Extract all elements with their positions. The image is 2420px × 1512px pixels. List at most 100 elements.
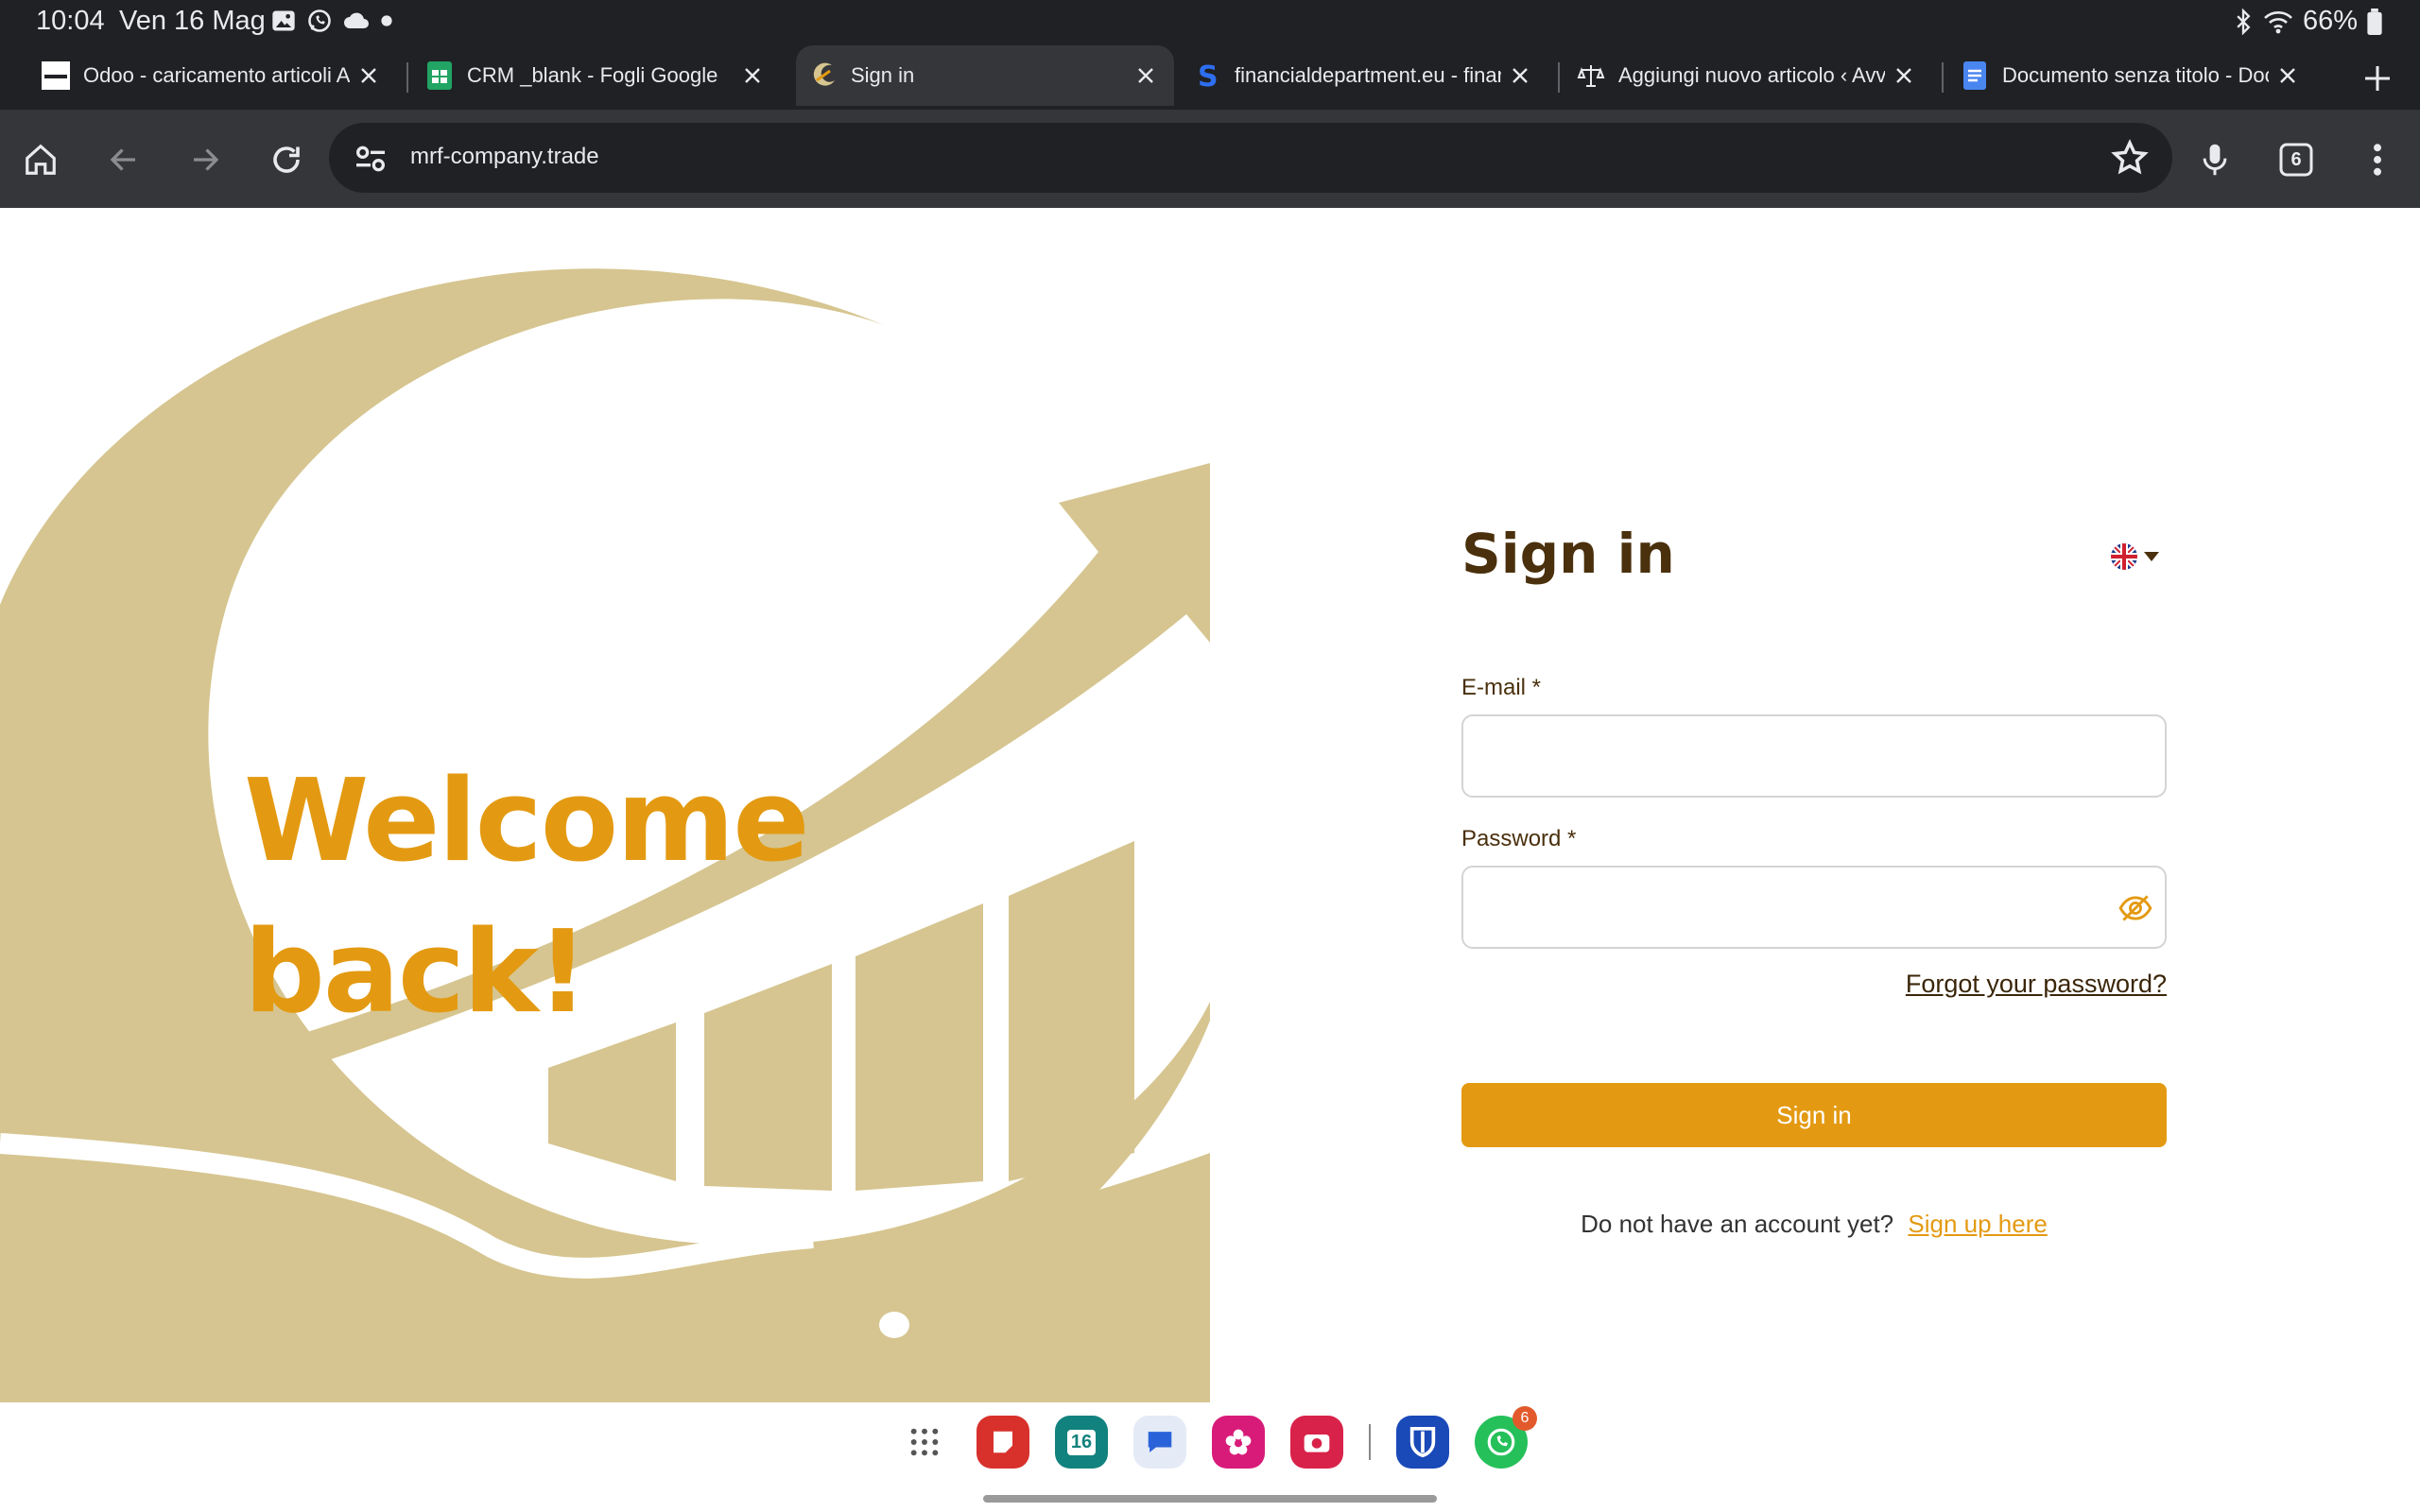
web-page: Welcome back! Sign in E-mail * Password … [0, 208, 2420, 1402]
status-date: Ven 16 Mag [119, 6, 266, 36]
tab-odoo[interactable]: Odoo - caricamento articoli Avv [28, 45, 397, 106]
site-settings-icon[interactable] [352, 140, 389, 178]
caret-down-icon [2144, 552, 2159, 561]
status-time: 10:04 [36, 6, 105, 36]
arrow-left-icon [110, 148, 135, 171]
close-icon[interactable] [1127, 57, 1165, 94]
password-field[interactable] [1461, 866, 2167, 949]
voice-search-button[interactable] [2187, 132, 2242, 187]
s-icon: S [1198, 61, 1219, 90]
whatsapp-app-icon[interactable]: 6 [1475, 1406, 1537, 1469]
whatsapp-status-icon [308, 9, 331, 32]
calendar-day: 16 [1066, 1429, 1097, 1455]
scales-icon [1577, 65, 1605, 87]
arrow-right-icon [194, 148, 219, 171]
welcome-line-2: back! [244, 907, 589, 1039]
home-indicator[interactable] [983, 1495, 1437, 1503]
tab-title: Sign in [851, 63, 915, 87]
wifi-icon [2264, 10, 2292, 33]
tab-documento[interactable]: Documento senza titolo - Docum [1947, 45, 2316, 106]
welcome-heading: Welcome back! [244, 747, 810, 1049]
email-field[interactable] [1461, 714, 2167, 798]
status-bar: 10:04 Ven 16 Mag 66% [0, 0, 2420, 42]
bluetooth-icon [2237, 8, 2251, 35]
app-drawer-button[interactable] [898, 1416, 951, 1469]
tab-sign-in[interactable]: Sign in [796, 45, 1174, 106]
tab-crm[interactable]: CRM _blank - Fogli Google [412, 45, 781, 106]
tab-separator [1942, 62, 1944, 93]
uk-flag-icon [2111, 543, 2137, 570]
sign-in-button[interactable]: Sign in [1461, 1083, 2167, 1147]
new-tab-button[interactable] [2354, 55, 2401, 102]
battery-icon [2367, 8, 2382, 35]
home-icon [26, 144, 56, 175]
flower-app-icon[interactable] [1212, 1416, 1265, 1469]
messages-app-icon[interactable] [1133, 1416, 1186, 1469]
tab-count: 6 [2290, 148, 2302, 170]
signup-prompt: Do not have an account yet? [1581, 1210, 1894, 1238]
plus-icon [2365, 66, 2390, 91]
close-icon[interactable] [1501, 57, 1539, 94]
tab-title: Aggiungi nuovo articolo ‹ Avvoc [1618, 63, 1885, 87]
tab-title: Documento senza titolo - Docum [2002, 63, 2269, 87]
forgot-password-link[interactable]: Forgot your password? [1891, 970, 2167, 999]
forward-button[interactable] [178, 132, 233, 187]
tab-title: financialdepartment.eu - financi [1235, 63, 1501, 87]
back-button[interactable] [96, 132, 151, 187]
camera-icon [1304, 1435, 1330, 1452]
bookmark-star-icon[interactable] [2110, 138, 2150, 178]
language-selector[interactable] [2110, 541, 2169, 573]
camera-app-icon[interactable] [1290, 1416, 1343, 1469]
dock-separator [1369, 1424, 1371, 1460]
app-dock: 16 6 [898, 1406, 1553, 1469]
url-text[interactable]: mrf-company.trade [410, 144, 599, 170]
menu-button[interactable] [2350, 132, 2405, 187]
tab-strip: Odoo - caricamento articoli Avv CRM _bla… [0, 42, 2420, 110]
password-label: Password * [1461, 826, 1577, 851]
tab-financialdepartment[interactable]: S financialdepartment.eu - financi [1180, 45, 1548, 106]
email-label: E-mail * [1461, 675, 1542, 700]
home-button[interactable] [13, 132, 68, 187]
browser-toolbar: mrf-company.trade 6 [0, 110, 2420, 208]
address-bar[interactable]: mrf-company.trade [329, 123, 2172, 193]
taskbar: 16 6 [0, 1402, 2420, 1512]
microphone-icon [2203, 144, 2227, 176]
reload-button[interactable] [259, 132, 314, 187]
welcome-line-1: Welcome [244, 756, 810, 887]
dot-icon [381, 15, 392, 26]
tab-separator [1558, 62, 1560, 93]
close-icon[interactable] [734, 57, 771, 94]
notification-badge: 6 [1512, 1406, 1537, 1431]
notification-icons [270, 8, 393, 34]
gallery-icon [272, 10, 295, 31]
tab-separator [406, 62, 408, 93]
sheets-icon [427, 61, 452, 90]
signup-row: Do not have an account yet? Sign up here [1461, 1210, 2167, 1239]
chat-bubble-icon [1148, 1432, 1172, 1452]
shield-icon [1409, 1426, 1436, 1458]
apps-grid-icon [910, 1428, 939, 1456]
more-vert-icon [2374, 144, 2381, 176]
reload-icon [273, 146, 300, 173]
battery-percent: 66% [2302, 6, 2358, 36]
sign-up-link[interactable]: Sign up here [1908, 1210, 2047, 1238]
notes-app-icon[interactable] [977, 1416, 1029, 1469]
note-icon [994, 1431, 1012, 1453]
tab-aggiungi-articolo[interactable]: Aggiungi nuovo articolo ‹ Avvoc [1564, 45, 1932, 106]
mrf-logo-icon [813, 62, 835, 86]
whatsapp-icon [1487, 1428, 1515, 1456]
close-icon[interactable] [1885, 57, 1923, 94]
svg-text:S: S [1198, 61, 1219, 90]
close-icon[interactable] [350, 57, 388, 94]
calendar-app-icon[interactable]: 16 [1055, 1416, 1108, 1469]
docs-icon [1963, 61, 1986, 90]
tab-title: Odoo - caricamento articoli Avv [83, 63, 350, 87]
close-icon[interactable] [2269, 57, 2307, 94]
bitwarden-app-icon[interactable] [1396, 1416, 1449, 1469]
tab-title: CRM _blank - Fogli Google [467, 63, 718, 87]
eye-off-icon[interactable] [2118, 890, 2153, 926]
page-title: Sign in [1461, 522, 1675, 586]
tab-switcher-button[interactable]: 6 [2269, 132, 2324, 187]
flower-icon [1225, 1429, 1252, 1455]
status-right: 66% [2233, 6, 2382, 37]
